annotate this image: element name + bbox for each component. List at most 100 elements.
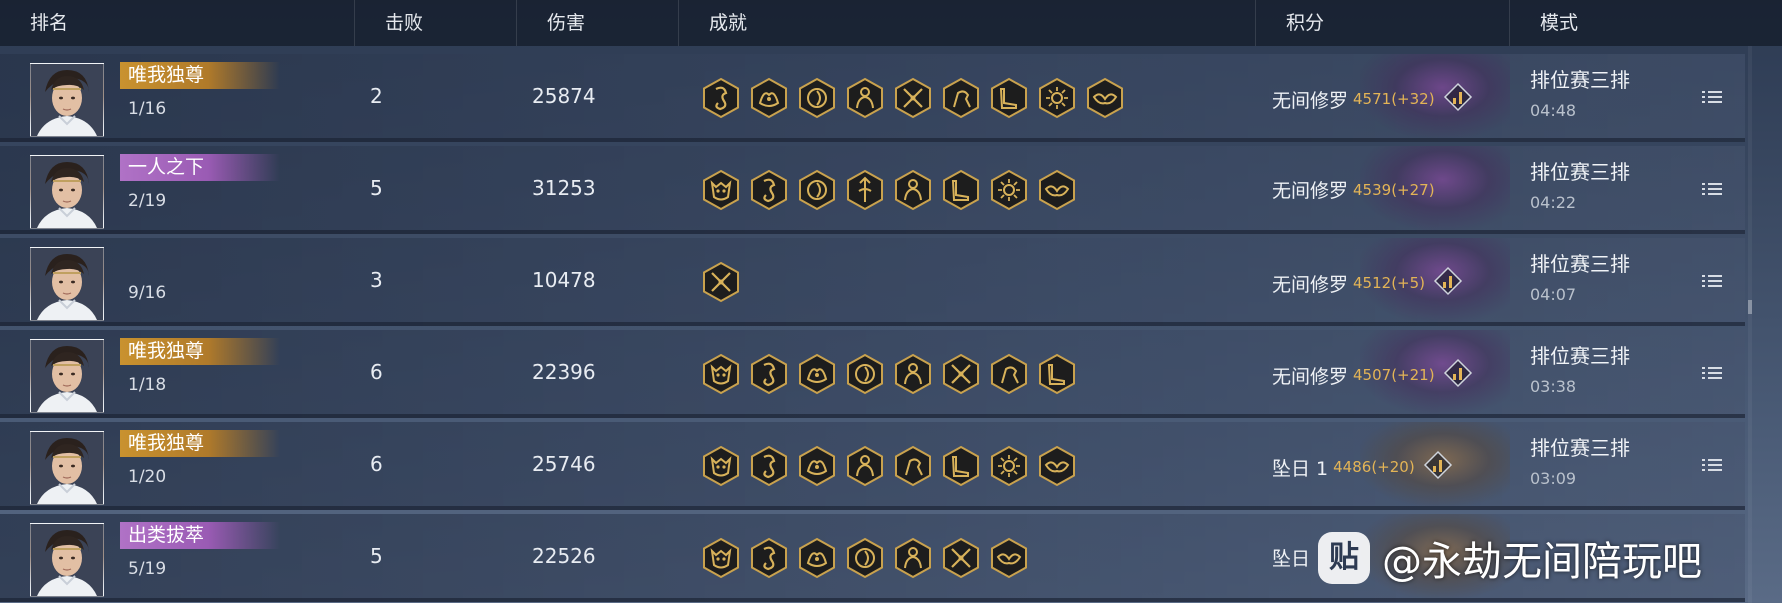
dragon-icon[interactable]	[748, 537, 790, 579]
kills-value: 3	[370, 268, 383, 292]
horse-icon[interactable]	[988, 353, 1030, 395]
sun-icon[interactable]	[988, 445, 1030, 487]
kills-value: 5	[370, 176, 383, 200]
match-detail-menu-icon[interactable]	[1700, 363, 1724, 383]
damage-value: 25874	[532, 84, 596, 108]
match-detail-menu-icon[interactable]	[1700, 87, 1724, 107]
match-row[interactable]: 唯我独尊 1/20 6 25746 坠日 1 4486(+20) 排位赛三排 03:09	[0, 422, 1745, 510]
tieba-logo-icon: 贴	[1318, 532, 1370, 584]
wings-icon[interactable]	[1036, 445, 1078, 487]
match-duration: 04:48	[1530, 101, 1577, 120]
match-row[interactable]: 9/16 3 10478 无间修罗 4512(+5) 排位赛三排 04:07	[0, 238, 1745, 326]
score-value: 4539(+27)	[1353, 180, 1435, 199]
tiger-icon[interactable]	[796, 445, 838, 487]
dragon-icon[interactable]	[748, 353, 790, 395]
boot-icon[interactable]	[940, 169, 982, 211]
tiger-icon[interactable]	[796, 353, 838, 395]
header-mode: 模式	[1540, 12, 1579, 34]
achievement-list	[700, 537, 1030, 579]
achievement-list	[700, 261, 742, 303]
match-detail-menu-icon[interactable]	[1700, 455, 1724, 475]
tier-name: 无间修罗	[1272, 180, 1349, 202]
mode-label: 排位赛三排	[1530, 160, 1630, 184]
swirl-icon[interactable]	[844, 537, 886, 579]
scrollbar-track[interactable]	[1748, 46, 1752, 603]
warrior-icon[interactable]	[892, 353, 934, 395]
dragon-icon[interactable]	[700, 77, 742, 119]
swirl-icon[interactable]	[844, 353, 886, 395]
boot-icon[interactable]	[940, 445, 982, 487]
score-value: 4507(+21)	[1353, 366, 1435, 384]
match-row[interactable]: 唯我独尊 1/18 6 22396 无间修罗 4507(+21) 排位赛三排 03:38	[0, 330, 1745, 418]
header-damage: 伤害	[517, 0, 679, 46]
hero-avatar	[30, 431, 104, 505]
scrollbar-thumb[interactable]	[1748, 300, 1752, 314]
rank-value: 1/18	[128, 375, 167, 395]
tiger-icon[interactable]	[796, 537, 838, 579]
crossed-swords-icon[interactable]	[940, 537, 982, 579]
boot-icon[interactable]	[1036, 353, 1078, 395]
score-area: 无间修罗 4571(+32)	[1272, 82, 1473, 114]
rank-value: 1/16	[128, 99, 167, 119]
warrior-icon[interactable]	[892, 537, 934, 579]
demon-mask-icon[interactable]	[700, 537, 742, 579]
damage-value: 31253	[532, 176, 596, 200]
swirl-icon[interactable]	[796, 77, 838, 119]
match-duration: 04:22	[1530, 193, 1577, 212]
hero-avatar	[30, 247, 104, 321]
wings-icon[interactable]	[1084, 77, 1126, 119]
tiger-icon[interactable]	[748, 77, 790, 119]
sun-icon[interactable]	[988, 169, 1030, 211]
spear-icon[interactable]	[844, 169, 886, 211]
dragon-icon[interactable]	[748, 445, 790, 487]
rank-value: 1/20	[128, 467, 167, 487]
rank-title-badge: 唯我独尊	[120, 338, 280, 365]
match-detail-menu-icon[interactable]	[1700, 179, 1724, 199]
hero-avatar	[30, 155, 104, 229]
crossed-swords-icon[interactable]	[940, 353, 982, 395]
rank-title-badge: 出类拔萃	[120, 522, 280, 549]
match-row[interactable]: 一人之下 2/19 5 31253 无间修罗 4539(+27) 排位赛三排 04:22	[0, 146, 1745, 234]
score-area: 无间修罗 4507(+21)	[1272, 358, 1473, 390]
damage-value: 22396	[532, 360, 596, 384]
match-detail-menu-icon[interactable]	[1700, 271, 1724, 291]
rank-value: 2/19	[128, 191, 167, 211]
warrior-icon[interactable]	[844, 77, 886, 119]
warrior-icon[interactable]	[892, 169, 934, 211]
hero-avatar	[30, 523, 104, 597]
score-value: 4571(+32)	[1353, 90, 1435, 108]
dragon-icon[interactable]	[748, 169, 790, 211]
score-area: 无间修罗 4539(+27)	[1272, 176, 1435, 203]
watermark: 贴 @永劫无间陪玩吧	[1318, 528, 1702, 588]
header-achievements: 成就	[679, 0, 1256, 46]
tier-name: 坠日	[1272, 548, 1311, 570]
hero-avatar	[30, 63, 104, 137]
match-row[interactable]: 唯我独尊 1/16 2 25874 无间修罗 4571(+32) 排位赛三排 04:48	[0, 54, 1745, 142]
tier-name: 无间修罗	[1272, 89, 1349, 112]
score-trend-icon	[1433, 266, 1463, 296]
horse-icon[interactable]	[940, 77, 982, 119]
achievement-list	[700, 353, 1078, 395]
swirl-icon[interactable]	[796, 169, 838, 211]
demon-mask-icon[interactable]	[700, 445, 742, 487]
score-value: 4486(+20)	[1333, 458, 1415, 476]
mode-label: 排位赛三排	[1530, 436, 1630, 460]
tier-name: 坠日 1	[1272, 457, 1329, 480]
boot-icon[interactable]	[988, 77, 1030, 119]
demon-mask-icon[interactable]	[700, 353, 742, 395]
achievement-list	[700, 169, 1078, 211]
rank-title-badge: 唯我独尊	[120, 62, 280, 89]
wings-icon[interactable]	[1036, 169, 1078, 211]
wings-icon[interactable]	[988, 537, 1030, 579]
warrior-icon[interactable]	[844, 445, 886, 487]
score-trend-icon	[1443, 358, 1473, 388]
achievement-list	[700, 445, 1078, 487]
crossed-swords-icon[interactable]	[892, 77, 934, 119]
score-value: 4512(+5)	[1353, 274, 1426, 292]
rank-title-badge: 唯我独尊	[120, 430, 280, 457]
score-area: 无间修罗 4512(+5)	[1272, 266, 1463, 298]
demon-mask-icon[interactable]	[700, 169, 742, 211]
horse-icon[interactable]	[892, 445, 934, 487]
crossed-swords-icon[interactable]	[700, 261, 742, 303]
sun-icon[interactable]	[1036, 77, 1078, 119]
